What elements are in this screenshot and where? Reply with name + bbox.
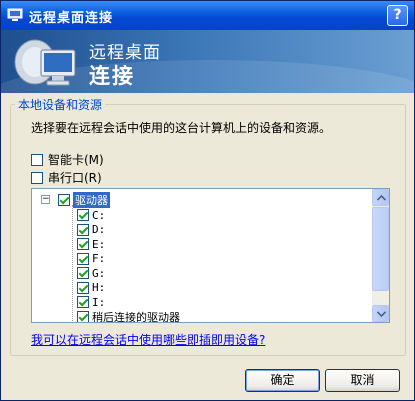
group-title: 本地设备和资源: [15, 96, 106, 113]
serial-port-option[interactable]: 串行口(R): [31, 169, 102, 186]
drive-checkbox[interactable]: [77, 267, 89, 279]
tree-item-drive[interactable]: F:: [77, 252, 105, 266]
tree-item-drive[interactable]: E:: [77, 237, 105, 251]
cancel-button[interactable]: 取消: [325, 369, 400, 392]
remote-desktop-icon: [7, 8, 23, 21]
drive-checkbox[interactable]: [77, 223, 89, 236]
drive-checkbox[interactable]: [77, 238, 89, 250]
smartcard-label: 智能卡(M): [48, 153, 104, 167]
tree-item-later-drives[interactable]: 稍后连接的驱动器: [77, 310, 180, 323]
serial-port-checkbox[interactable]: [31, 171, 43, 184]
tree-item-drive[interactable]: C:: [77, 208, 105, 222]
tree-item-drive[interactable]: D:: [77, 223, 105, 237]
later-drives-checkbox[interactable]: [77, 310, 89, 322]
tree-item-drive[interactable]: G:: [77, 266, 105, 280]
drive-label: D:: [92, 223, 106, 236]
computer-monitor-icon: [14, 39, 76, 86]
banner: 远程桌面 连接: [1, 30, 414, 93]
drives-checkbox[interactable]: [58, 194, 70, 206]
smartcard-option[interactable]: 智能卡(M): [31, 151, 104, 168]
title-bar[interactable]: 远程桌面连接 ?: [1, 1, 414, 30]
drive-checkbox[interactable]: [77, 209, 89, 221]
drive-label: F:: [92, 252, 106, 265]
tree-item-drives[interactable]: 驱动器: [58, 192, 110, 208]
serial-port-label: 串行口(R): [48, 171, 102, 185]
drive-label: C:: [92, 208, 106, 222]
tree-item-drive[interactable]: I:: [77, 295, 105, 309]
drive-label: E:: [92, 237, 106, 251]
scroll-down-arrow-icon: [377, 311, 386, 317]
tree-guide-line: [72, 205, 73, 321]
remote-desktop-window: 远程桌面连接 ? 远程桌面 连接 本地设备和资源 选择要在远程会话中使用的这台计…: [0, 0, 415, 401]
tree-content: − 驱动器 C: D: E: F: G: H: I: 稍后连接的驱动器: [32, 189, 373, 322]
group-description: 选择要在远程会话中使用的这台计算机上的设备和资源。: [31, 121, 332, 135]
smartcard-checkbox[interactable]: [31, 153, 43, 166]
scroll-down-button[interactable]: [372, 305, 389, 322]
drive-checkbox[interactable]: [77, 281, 89, 294]
banner-title-line2: 连接: [89, 64, 135, 88]
window-title: 远程桌面连接: [29, 11, 114, 26]
help-button[interactable]: ?: [387, 5, 408, 26]
device-tree[interactable]: − 驱动器 C: D: E: F: G: H: I: 稍后连接的驱动器: [31, 188, 390, 323]
drive-label: H:: [92, 281, 106, 294]
drive-checkbox[interactable]: [77, 296, 89, 308]
scroll-up-button[interactable]: [372, 189, 389, 206]
tree-item-drive[interactable]: H:: [77, 281, 105, 295]
later-drives-label: 稍后连接的驱动器: [92, 310, 180, 323]
collapse-toggle-icon[interactable]: −: [41, 195, 50, 204]
tree-scrollbar[interactable]: [372, 189, 389, 322]
drives-label: 驱动器: [73, 192, 110, 208]
scroll-up-arrow-icon: [377, 195, 386, 201]
drive-label: G:: [92, 266, 106, 280]
plug-and-play-help-link[interactable]: 我可以在远程会话中使用哪些即插即用设备?: [31, 331, 265, 348]
scroll-thumb[interactable]: [372, 207, 389, 291]
ok-button[interactable]: 确定: [245, 369, 320, 392]
drive-label: I:: [92, 295, 106, 309]
drive-checkbox[interactable]: [77, 252, 89, 265]
